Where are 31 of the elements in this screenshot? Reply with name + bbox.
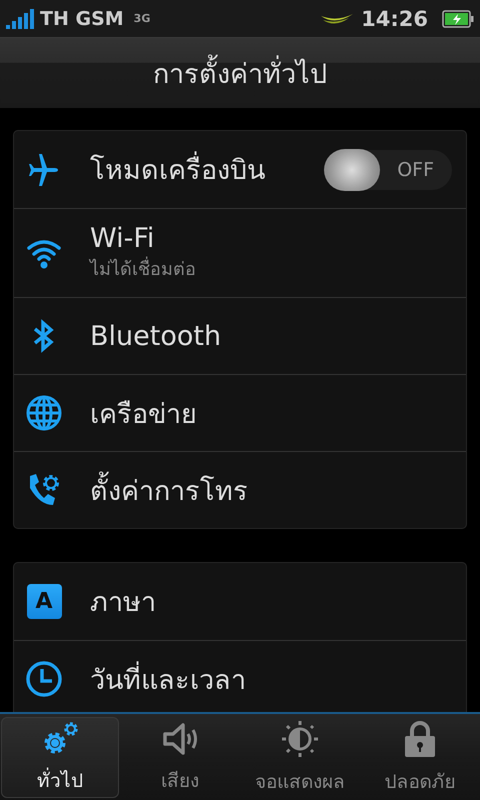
- item-label: โหมดเครื่องบิน: [90, 148, 324, 191]
- signal-icon: [6, 8, 36, 28]
- network-type: 3G: [134, 13, 150, 24]
- settings-item[interactable]: ตั้งค่าการโทร: [14, 451, 466, 528]
- item-label: วันที่และเวลา: [90, 658, 452, 700]
- padlock-icon: [404, 720, 436, 758]
- settings-item[interactable]: Wi-Fi ไม่ได้เชื่อมต่อ: [14, 208, 466, 297]
- tab[interactable]: ปลอดภัย: [361, 717, 479, 798]
- item-label: ภาษา: [90, 586, 157, 620]
- settings-item[interactable]: เครือข่าย: [14, 374, 466, 451]
- language-icon: A: [26, 584, 62, 619]
- item-label: เครือข่าย: [90, 398, 198, 432]
- tab[interactable]: ทั่วไป: [1, 717, 119, 798]
- settings-item[interactable]: Bluetooth: [14, 297, 466, 374]
- brightness-icon: [281, 720, 319, 758]
- toggle-switch[interactable]: OFF: [324, 150, 452, 190]
- item-summary: ไม่ได้เชื่อมต่อ: [90, 254, 452, 283]
- globe-icon: [25, 394, 63, 432]
- tab[interactable]: เสียง: [121, 717, 239, 798]
- item-label: ตั้งค่าการโทร: [90, 468, 452, 512]
- clock-icon: [25, 660, 63, 698]
- tab[interactable]: จอแสดงผล: [241, 717, 359, 798]
- battery-charging-icon: [442, 10, 474, 28]
- carrier-name: TH GSM: [40, 8, 124, 30]
- item-label: Bluetooth: [90, 320, 222, 352]
- settings-item[interactable]: โหมดเครื่องบิน OFF: [14, 131, 466, 208]
- clock: 14:26: [361, 6, 428, 30]
- settings-item[interactable]: A ภาษา: [14, 563, 466, 640]
- screen-title: การตั้งค่าทั่วไป: [153, 52, 327, 94]
- speaker-icon: [161, 720, 199, 756]
- item-label: Wi-Fi: [90, 223, 156, 254]
